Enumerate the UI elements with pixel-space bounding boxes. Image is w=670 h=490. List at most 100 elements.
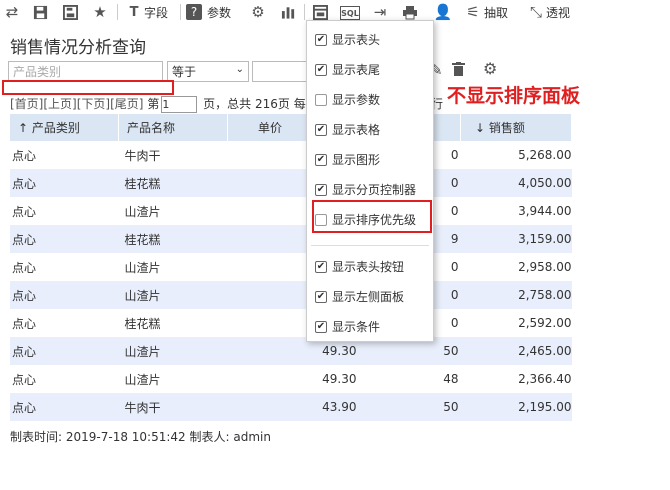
checkbox-checked-icon[interactable]: ✔ <box>315 63 327 76</box>
cell-category: 点心 <box>12 316 37 331</box>
cell-sales: 4,050.00 <box>460 169 572 197</box>
favorite-star-icon[interactable]: ★ <box>90 2 110 22</box>
menu-option-3[interactable]: 显示参数 <box>315 91 380 108</box>
cell-quantity: 50 <box>358 393 461 421</box>
trash-icon[interactable] <box>452 62 465 80</box>
checkbox-unchecked-icon[interactable] <box>315 93 327 106</box>
cell-product: 山渣片 <box>118 281 228 309</box>
cell-product: 桂花糕 <box>118 225 228 253</box>
gear-icon[interactable]: ⚙ <box>483 59 497 78</box>
annotation-text: 不显示排序面板 <box>447 85 581 107</box>
cell-category: 点心 <box>10 337 119 365</box>
pager-last-link[interactable]: [尾页] <box>110 97 143 111</box>
cell-category: 点心 <box>10 393 119 421</box>
cell-sales: 2,195.00 <box>460 393 572 421</box>
cell-category: 点心 <box>12 148 37 163</box>
checkbox-checked-icon[interactable]: ✔ <box>315 153 327 166</box>
cell-sales: 3,944.00 <box>518 204 572 218</box>
cell-category: 点心 <box>12 260 37 275</box>
table-header-row: ↑ 产品类别 产品名称 单价 ↓ 销售额 <box>10 114 572 141</box>
menu-option-10[interactable]: ✔ 显示条件 <box>315 318 380 335</box>
table-row: 点心山渣片39.02,758.00 <box>10 281 572 309</box>
report-table: ↑ 产品类别 产品名称 单价 ↓ 销售额 点心牛肉干43.05,268.00点心… <box>10 114 572 421</box>
filter-field-input[interactable] <box>8 61 163 82</box>
table-row: 点心桂花糕64.02,592.00 <box>10 309 572 337</box>
page-title: 销售情况分析查询 <box>10 38 146 58</box>
menu-option-1[interactable]: ✔ 显示表头 <box>315 31 380 48</box>
extract-icon[interactable]: ⚟ <box>463 2 483 22</box>
pivot-button[interactable]: 透视 <box>546 4 570 21</box>
refresh-icon[interactable]: ⇄ <box>2 2 22 22</box>
checkbox-checked-icon[interactable]: ✔ <box>315 123 327 136</box>
param-button[interactable]: 参数 <box>207 4 231 21</box>
cell-sales: 3,159.00 <box>460 225 572 253</box>
menu-option-9[interactable]: ✔ 显示左侧面板 <box>315 288 404 305</box>
display-options-menu: ✔ 显示表头 ✔ 显示表尾 显示参数 ✔ 显示表格 ✔ 显示图形 ✔ 显示分页控制器 显示排序优先级 ✔… <box>306 20 434 342</box>
menu-option-label: 显示参数 <box>332 93 381 107</box>
menu-option-label: 显示表格 <box>332 123 381 137</box>
highlight-box-sort-panel-area <box>2 80 174 95</box>
menu-option-label: 显示分页控制器 <box>332 183 417 197</box>
table-row: 点心 山渣片 49.30 50 2,465.00 <box>10 337 572 365</box>
save-as-icon[interactable] <box>60 2 80 22</box>
checkbox-checked-icon[interactable]: ✔ <box>315 33 327 46</box>
cell-category: 点心 <box>10 281 119 309</box>
pager-prev-link[interactable]: [上页] <box>43 97 76 111</box>
page-number-input[interactable]: 1 <box>161 96 198 113</box>
menu-option-6[interactable]: ✔ 显示分页控制器 <box>315 181 416 198</box>
save-icon[interactable] <box>30 2 50 22</box>
menu-option-label: 显示表头按钮 <box>332 260 405 274</box>
cell-product: 牛肉干 <box>118 393 228 421</box>
pager-di-label: 第 <box>147 97 160 111</box>
menu-option-4[interactable]: ✔ 显示表格 <box>315 121 380 138</box>
filter-operator-select[interactable]: 等于 ⌄ <box>167 61 249 82</box>
column-header-category[interactable]: ↑ 产品类别 <box>10 114 119 141</box>
print-icon[interactable] <box>400 2 420 22</box>
column-header-product[interactable]: 产品名称 <box>118 114 228 141</box>
pager-first-link[interactable]: [首页] <box>10 97 43 111</box>
cell-sales: 5,268.00 <box>518 148 572 162</box>
table-row: 点心桂花糕81.93,159.00 <box>10 225 572 253</box>
filter-value-input[interactable] <box>252 61 308 82</box>
toolbar-divider <box>117 4 118 20</box>
menu-option-2[interactable]: ✔ 显示表尾 <box>315 61 380 78</box>
gear-icon[interactable]: ⚙ <box>248 2 268 22</box>
cell-sales: 2,592.00 <box>518 316 572 330</box>
menu-option-label: 显示图形 <box>332 153 381 167</box>
menu-option-label: 显示左侧面板 <box>332 290 405 304</box>
menu-option-label: 显示表尾 <box>332 63 381 77</box>
param-icon[interactable]: ? <box>186 4 202 20</box>
cell-product: 山渣片 <box>124 204 161 219</box>
cell-product: 牛肉干 <box>124 148 161 163</box>
menu-option-8[interactable]: ✔ 显示表头按钮 <box>315 258 404 275</box>
pager-total-pages: 216页 <box>255 97 290 111</box>
table-row: 点心山渣片49.02,958.00 <box>10 253 572 281</box>
table-row: 点心 山渣片 49.30 48 2,366.40 <box>10 365 572 393</box>
checkbox-checked-icon[interactable]: ✔ <box>315 320 327 333</box>
export-icon[interactable]: ⇥ <box>370 2 390 22</box>
cell-category: 点心 <box>10 169 119 197</box>
cell-product: 山渣片 <box>124 260 161 275</box>
filter-operator-value: 等于 <box>172 65 197 79</box>
user-permission-icon[interactable]: 👤 <box>433 2 453 22</box>
extract-button[interactable]: 抽取 <box>484 4 508 21</box>
field-icon[interactable]: T <box>124 2 144 22</box>
field-button[interactable]: 字段 <box>144 4 168 21</box>
checkbox-checked-icon[interactable]: ✔ <box>315 260 327 273</box>
cell-price: 49.30 <box>322 372 357 386</box>
checkbox-checked-icon[interactable]: ✔ <box>315 290 327 303</box>
pager: [首页][上页][下页][尾页] 第1 页，总共 216页 每页 <box>10 95 318 113</box>
bar-chart-icon[interactable] <box>278 2 298 22</box>
cell-product: 山渣片 <box>124 372 161 387</box>
pager-next-link[interactable]: [下页] <box>77 97 110 111</box>
column-header-sales[interactable]: ↓ 销售额 <box>460 114 572 141</box>
cell-product: 桂花糕 <box>118 169 228 197</box>
table-layout-icon[interactable] <box>310 2 330 22</box>
sql-icon[interactable]: SQL <box>340 6 360 20</box>
toolbar-divider <box>180 4 181 20</box>
menu-option-5[interactable]: ✔ 显示图形 <box>315 151 380 168</box>
pivot-icon[interactable]: ⤡ <box>526 2 546 22</box>
cell-sales: 2,465.00 <box>460 337 572 365</box>
checkbox-checked-icon[interactable]: ✔ <box>315 183 327 196</box>
cell-category: 点心 <box>12 204 37 219</box>
